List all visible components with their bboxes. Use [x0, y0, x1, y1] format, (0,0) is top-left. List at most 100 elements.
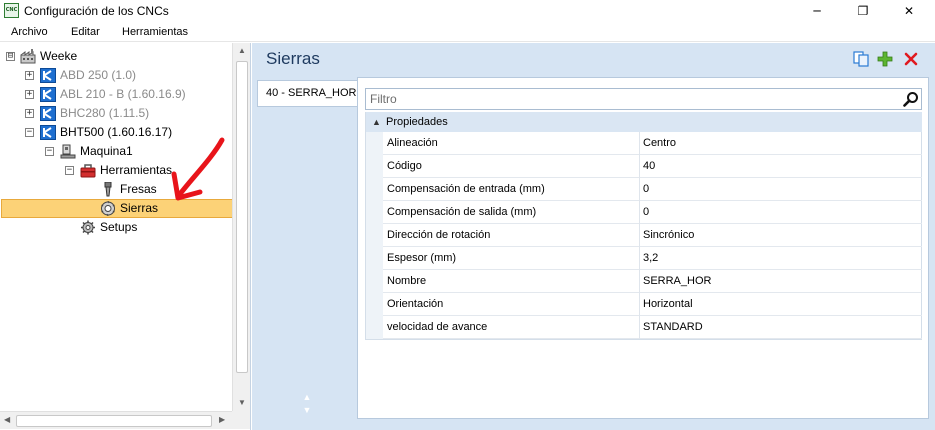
expand-toggle[interactable]: + — [25, 90, 34, 99]
column-divider — [639, 132, 640, 155]
property-row[interactable]: Espesor (mm) 3,2 — [366, 247, 922, 270]
menu-editar[interactable]: Editar — [71, 26, 100, 38]
menu-bar: Archivo Editar Herramientas — [0, 22, 935, 42]
property-row[interactable]: Alineación Centro — [366, 132, 922, 155]
drill-bit-icon — [104, 182, 112, 197]
property-value[interactable]: Centro — [643, 132, 918, 154]
tab-scroll-up-icon[interactable]: ▲ — [301, 392, 313, 402]
row-gutter — [366, 293, 383, 316]
property-name: Compensación de salida (mm) — [387, 206, 537, 218]
tree-node-abd250[interactable]: + ABD 250 (1.0) — [0, 66, 232, 85]
tab-scroll-down-icon[interactable]: ▼ — [301, 405, 313, 415]
scroll-down-icon[interactable]: ▼ — [233, 398, 250, 407]
minimize-button[interactable]: ─ — [794, 0, 840, 22]
page-title: Sierras — [266, 49, 320, 68]
column-divider — [639, 224, 640, 247]
property-value[interactable]: 40 — [643, 155, 918, 177]
tree-node-label: Sierras — [120, 201, 159, 215]
scroll-corner — [232, 411, 250, 429]
menu-herramientas[interactable]: Herramientas — [122, 26, 188, 38]
menu-archivo[interactable]: Archivo — [11, 26, 48, 38]
property-name: Compensación de entrada (mm) — [387, 183, 545, 195]
column-divider — [639, 316, 640, 339]
tree-node-bhc280[interactable]: + BHC280 (1.11.5) — [0, 104, 232, 123]
tab-serra-hor[interactable]: 40 - SERRA_HOR — [257, 80, 357, 107]
tree-node-label: Weeke — [40, 49, 78, 63]
collapse-toggle[interactable]: − — [45, 147, 54, 156]
scroll-right-icon[interactable]: ▶ — [219, 415, 225, 424]
column-divider — [639, 155, 640, 178]
row-gutter — [366, 270, 383, 293]
machine-icon — [40, 106, 56, 121]
property-value[interactable]: Horizontal — [643, 293, 918, 315]
property-value[interactable]: STANDARD — [643, 316, 918, 338]
property-row[interactable]: Compensación de entrada (mm) 0 — [366, 178, 922, 201]
property-name: Dirección de rotación — [387, 229, 491, 241]
tree-horizontal-scrollbar[interactable]: ◀ ▶ — [0, 411, 232, 429]
delete-icon[interactable] — [902, 50, 920, 68]
chevron-up-icon[interactable]: ▲ — [372, 112, 381, 132]
property-name: Nombre — [387, 275, 427, 287]
tree-node-abl210[interactable]: + ABL 210 - B (1.60.16.9) — [0, 85, 232, 104]
app-logo-icon: CNC — [4, 3, 19, 18]
column-divider — [639, 270, 640, 293]
scroll-left-icon[interactable]: ◀ — [4, 415, 10, 424]
row-gutter — [366, 316, 383, 339]
property-value[interactable]: 0 — [643, 201, 918, 223]
filter-input[interactable] — [366, 89, 896, 109]
window-title: Configuración de los CNCs — [24, 4, 169, 18]
property-value[interactable]: Sincrónico — [643, 224, 918, 246]
scroll-up-icon[interactable]: ▲ — [233, 46, 250, 55]
search-icon[interactable] — [903, 91, 919, 107]
property-group-header[interactable]: ▲ Propiedades — [366, 112, 922, 132]
property-value[interactable]: 0 — [643, 178, 918, 200]
property-row[interactable]: Compensación de salida (mm) 0 — [366, 201, 922, 224]
property-value[interactable]: SERRA_HOR — [643, 270, 918, 292]
property-name: velocidad de avance — [387, 321, 488, 333]
machine-icon — [40, 68, 56, 83]
machine-icon — [40, 125, 56, 140]
tree-node-weeke[interactable]: ⊟ Weeke — [0, 47, 232, 66]
row-gutter — [366, 201, 383, 224]
cnc-tree: ⊟ Weeke + ABD 250 (1.0) + ABL 210 - B (1… — [0, 43, 251, 430]
gear-icon — [81, 220, 95, 235]
property-row[interactable]: Nombre SERRA_HOR — [366, 270, 922, 293]
column-divider — [639, 201, 640, 224]
property-row[interactable]: Código 40 — [366, 155, 922, 178]
property-grid: ▲ Propiedades Alineación Centro Código 4… — [365, 112, 922, 340]
saw-blade-icon — [101, 201, 115, 216]
copy-icon[interactable] — [852, 50, 870, 68]
annotation-arrow-icon — [171, 137, 225, 201]
close-button[interactable]: ✕ — [886, 0, 932, 22]
collapse-toggle[interactable]: − — [65, 166, 74, 175]
property-name: Alineación — [387, 137, 438, 149]
scroll-thumb[interactable] — [16, 415, 212, 427]
property-row[interactable]: Orientación Horizontal — [366, 293, 922, 316]
property-value[interactable]: 3,2 — [643, 247, 918, 269]
add-icon[interactable] — [876, 50, 894, 68]
collapse-toggle[interactable]: ⊟ — [6, 52, 15, 61]
tree-node-setups[interactable]: Setups — [0, 218, 232, 237]
restore-button[interactable]: ❐ — [840, 0, 886, 22]
property-row[interactable]: velocidad de avance STANDARD — [366, 316, 922, 339]
filter-box — [365, 88, 922, 110]
tree-vertical-scrollbar[interactable]: ▲ ▼ — [232, 43, 250, 413]
row-gutter — [366, 224, 383, 247]
tree-node-label: Setups — [100, 220, 138, 234]
expand-toggle[interactable]: + — [25, 109, 34, 118]
property-row[interactable]: Dirección de rotación Sincrónico — [366, 224, 922, 247]
property-name: Orientación — [387, 298, 444, 310]
collapse-toggle[interactable]: − — [25, 128, 34, 137]
row-gutter — [366, 155, 383, 178]
tree-node-label: BHC280 (1.11.5) — [60, 106, 150, 120]
scroll-thumb[interactable] — [236, 61, 248, 373]
tree-node-label: ABD 250 (1.0) — [60, 68, 137, 82]
properties-panel: ▲ Propiedades Alineación Centro Código 4… — [357, 77, 929, 419]
expand-toggle[interactable]: + — [25, 71, 34, 80]
row-gutter — [366, 178, 383, 201]
tree-node-label: BHT500 (1.60.16.17) — [60, 125, 173, 139]
property-name: Espesor (mm) — [387, 252, 457, 264]
column-divider — [639, 293, 640, 316]
column-divider — [639, 247, 640, 270]
machine-icon — [40, 87, 56, 102]
